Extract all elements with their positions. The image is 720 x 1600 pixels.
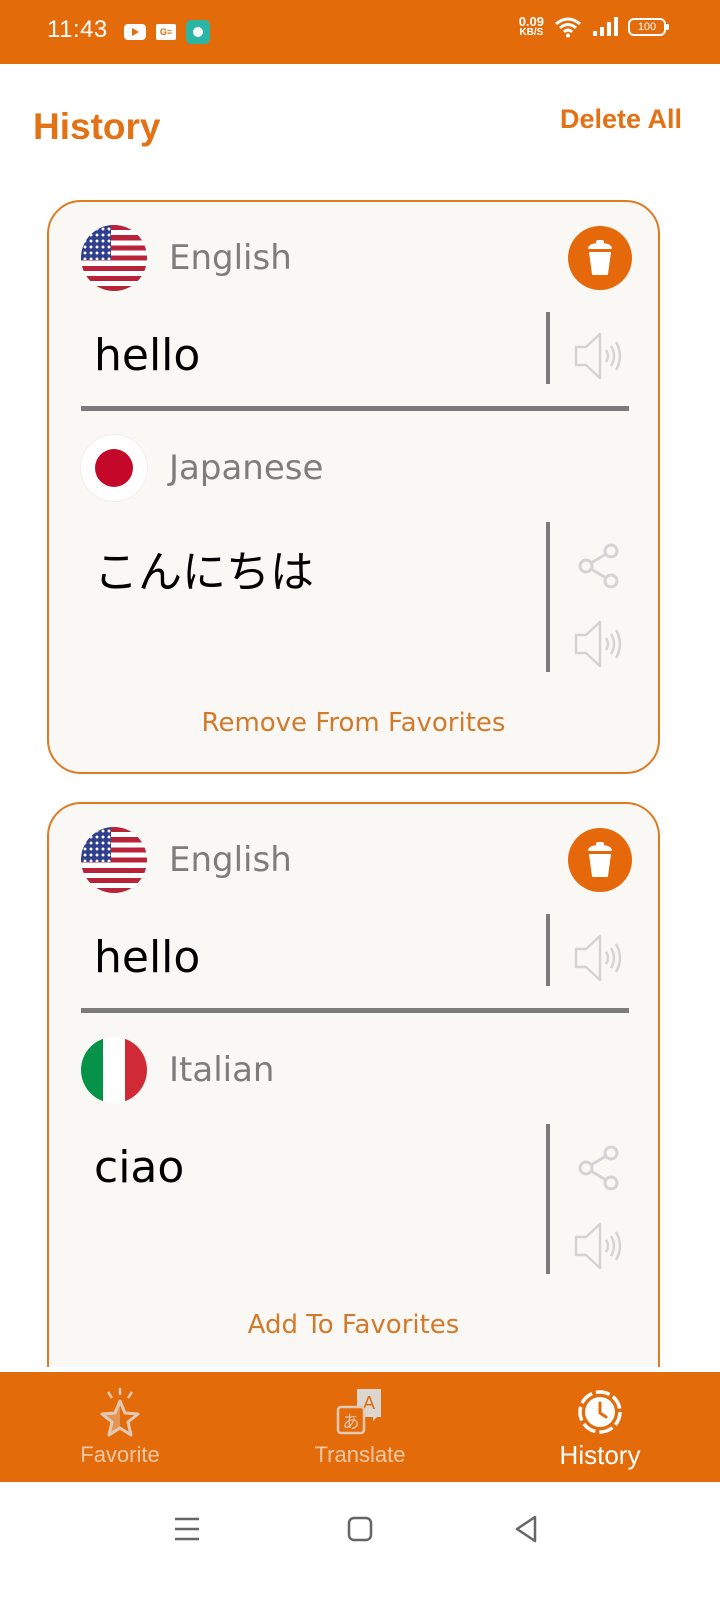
system-navigation-bar <box>0 1482 720 1600</box>
divider <box>546 914 550 986</box>
nav-item-translate[interactable]: A あ Translate <box>240 1372 480 1482</box>
signal-icon <box>593 17 618 36</box>
page-title: History <box>33 106 161 147</box>
divider <box>546 1124 550 1274</box>
menu-icon <box>175 1517 199 1541</box>
us-flag-icon <box>81 225 147 291</box>
nav-label: Translate <box>314 1442 406 1467</box>
battery-icon: 100 <box>628 18 669 36</box>
add-to-favorites-button[interactable]: Add To Favorites <box>49 1310 658 1340</box>
history-card: English hello Japanese こんにちは Remove From… <box>47 200 660 774</box>
share-icon <box>578 1145 619 1191</box>
delete-entry-button[interactable] <box>568 226 632 290</box>
share-button[interactable] <box>569 1140 629 1196</box>
clock-icon <box>578 1390 622 1434</box>
network-speed: 0.09 KB/S <box>518 14 544 38</box>
speak-source-button[interactable] <box>569 930 629 986</box>
status-time: 11:43 <box>47 16 108 43</box>
source-text: hello <box>94 330 201 381</box>
nav-item-history[interactable]: History <box>480 1372 720 1482</box>
speak-translation-button[interactable] <box>569 1218 629 1274</box>
wifi-icon <box>555 17 581 38</box>
remove-from-favorites-button[interactable]: Remove From Favorites <box>49 708 658 738</box>
nav-item-favorite[interactable]: Favorite <box>0 1372 240 1482</box>
japan-flag-icon <box>81 435 147 501</box>
translate-icon: A あ <box>336 1389 381 1435</box>
share-button[interactable] <box>569 538 629 594</box>
status-app-icons: G≡ <box>124 20 210 44</box>
speaker-icon <box>574 332 622 380</box>
translated-text: こんにちは <box>94 547 314 598</box>
nav-label: History <box>559 1440 641 1470</box>
delete-entry-button[interactable] <box>568 828 632 892</box>
status-indicators: 0.09 KB/S 100 <box>518 14 669 38</box>
speaker-icon <box>574 620 622 668</box>
nav-label: Favorite <box>80 1442 160 1467</box>
source-language-label: English <box>169 840 292 880</box>
back-button[interactable] <box>496 1504 556 1554</box>
target-language-label: Italian <box>169 1050 275 1090</box>
speaker-icon <box>574 1222 622 1270</box>
target-language-label: Japanese <box>169 448 324 488</box>
target-language-row: Japanese <box>81 434 323 502</box>
speaker-icon <box>574 934 622 982</box>
divider <box>546 522 550 672</box>
back-icon <box>515 1515 537 1543</box>
italy-flag-icon <box>81 1037 147 1103</box>
app-icon <box>186 20 210 44</box>
share-icon <box>578 543 619 589</box>
delete-all-button[interactable]: Delete All <box>560 104 682 135</box>
status-bar: 11:43 G≡ 0.09 KB/S 100 <box>0 0 720 64</box>
section-divider <box>81 406 629 411</box>
source-language-row: English <box>81 826 292 894</box>
speak-source-button[interactable] <box>569 328 629 384</box>
news-icon: G≡ <box>156 24 176 40</box>
history-card: English hello Italian ciao Add To Favori… <box>47 802 660 1367</box>
target-language-row: Italian <box>81 1036 274 1104</box>
youtube-icon <box>124 24 146 40</box>
source-language-label: English <box>169 238 292 278</box>
speak-translation-button[interactable] <box>569 616 629 672</box>
svg-text:あ: あ <box>343 1413 360 1433</box>
section-divider <box>81 1008 629 1013</box>
home-button[interactable] <box>330 1504 390 1554</box>
source-text: hello <box>94 932 201 983</box>
translated-text: ciao <box>94 1142 185 1193</box>
us-flag-icon <box>81 827 147 893</box>
trash-icon <box>588 240 612 275</box>
source-language-row: English <box>81 224 292 292</box>
bottom-navigation: Favorite A あ Translate History <box>0 1372 720 1482</box>
trash-icon <box>588 842 612 877</box>
divider <box>546 312 550 384</box>
home-icon <box>347 1516 373 1542</box>
recent-apps-button[interactable] <box>157 1504 217 1554</box>
star-icon <box>100 1388 140 1437</box>
